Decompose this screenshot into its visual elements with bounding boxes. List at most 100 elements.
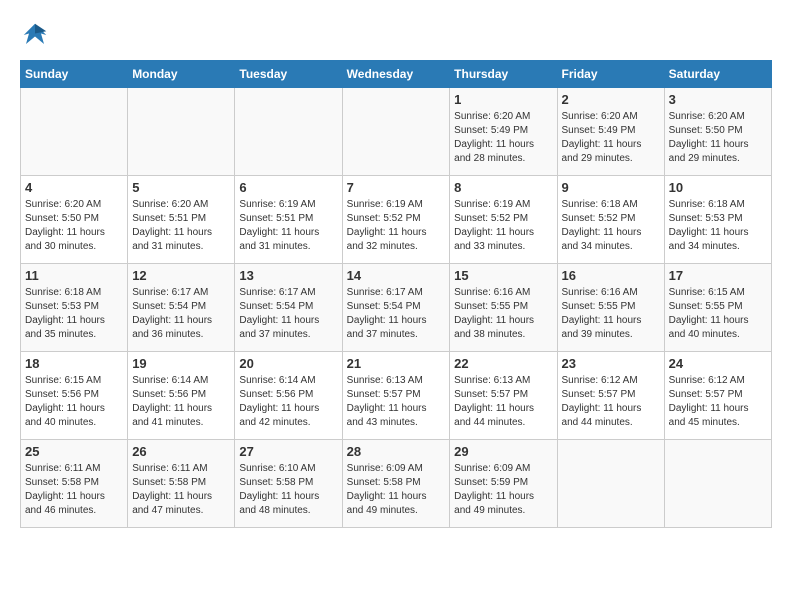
calendar-cell: 25 Sunrise: 6:11 AM Sunset: 5:58 PM Dayli… xyxy=(21,440,128,528)
day-number: 21 xyxy=(347,356,446,371)
day-number: 20 xyxy=(239,356,337,371)
day-info: Sunrise: 6:20 AM Sunset: 5:50 PM Dayligh… xyxy=(25,198,123,254)
day-info: Sunrise: 6:17 AM Sunset: 5:54 PM Dayligh… xyxy=(239,286,337,342)
day-number: 6 xyxy=(239,180,337,195)
calendar-cell: 8 Sunrise: 6:19 AM Sunset: 5:52 PM Daylig… xyxy=(450,176,557,264)
day-number: 15 xyxy=(454,268,552,283)
day-info: Sunrise: 6:16 AM Sunset: 5:55 PM Dayligh… xyxy=(562,286,660,342)
calendar-cell: 2 Sunrise: 6:20 AM Sunset: 5:49 PM Daylig… xyxy=(557,88,664,176)
day-number: 13 xyxy=(239,268,337,283)
weekday-header-friday: Friday xyxy=(557,61,664,88)
weekday-header-tuesday: Tuesday xyxy=(235,61,342,88)
day-number: 10 xyxy=(669,180,767,195)
day-info: Sunrise: 6:11 AM Sunset: 5:58 PM Dayligh… xyxy=(25,462,123,518)
day-info: Sunrise: 6:16 AM Sunset: 5:55 PM Dayligh… xyxy=(454,286,552,342)
day-info: Sunrise: 6:12 AM Sunset: 5:57 PM Dayligh… xyxy=(669,374,767,430)
day-info: Sunrise: 6:20 AM Sunset: 5:49 PM Dayligh… xyxy=(454,110,552,166)
day-number: 23 xyxy=(562,356,660,371)
calendar-cell: 7 Sunrise: 6:19 AM Sunset: 5:52 PM Daylig… xyxy=(342,176,450,264)
calendar-cell: 26 Sunrise: 6:11 AM Sunset: 5:58 PM Dayli… xyxy=(128,440,235,528)
calendar-cell xyxy=(128,88,235,176)
day-number: 5 xyxy=(132,180,230,195)
calendar-cell xyxy=(664,440,771,528)
calendar-cell: 22 Sunrise: 6:13 AM Sunset: 5:57 PM Dayli… xyxy=(450,352,557,440)
day-number: 18 xyxy=(25,356,123,371)
day-info: Sunrise: 6:14 AM Sunset: 5:56 PM Dayligh… xyxy=(132,374,230,430)
day-number: 9 xyxy=(562,180,660,195)
weekday-header-monday: Monday xyxy=(128,61,235,88)
calendar-cell: 1 Sunrise: 6:20 AM Sunset: 5:49 PM Daylig… xyxy=(450,88,557,176)
calendar-cell xyxy=(235,88,342,176)
day-number: 17 xyxy=(669,268,767,283)
calendar-cell: 12 Sunrise: 6:17 AM Sunset: 5:54 PM Dayli… xyxy=(128,264,235,352)
day-number: 27 xyxy=(239,444,337,459)
day-info: Sunrise: 6:20 AM Sunset: 5:51 PM Dayligh… xyxy=(132,198,230,254)
day-number: 25 xyxy=(25,444,123,459)
day-number: 16 xyxy=(562,268,660,283)
day-number: 11 xyxy=(25,268,123,283)
calendar-table: SundayMondayTuesdayWednesdayThursdayFrid… xyxy=(20,60,772,528)
day-number: 28 xyxy=(347,444,446,459)
day-info: Sunrise: 6:15 AM Sunset: 5:56 PM Dayligh… xyxy=(25,374,123,430)
calendar-cell: 28 Sunrise: 6:09 AM Sunset: 5:58 PM Dayli… xyxy=(342,440,450,528)
weekday-header-saturday: Saturday xyxy=(664,61,771,88)
weekday-header-thursday: Thursday xyxy=(450,61,557,88)
calendar-cell: 3 Sunrise: 6:20 AM Sunset: 5:50 PM Daylig… xyxy=(664,88,771,176)
calendar-cell: 17 Sunrise: 6:15 AM Sunset: 5:55 PM Dayli… xyxy=(664,264,771,352)
day-info: Sunrise: 6:19 AM Sunset: 5:52 PM Dayligh… xyxy=(347,198,446,254)
logo-bird-icon xyxy=(20,20,50,50)
day-info: Sunrise: 6:13 AM Sunset: 5:57 PM Dayligh… xyxy=(347,374,446,430)
calendar-cell: 20 Sunrise: 6:14 AM Sunset: 5:56 PM Dayli… xyxy=(235,352,342,440)
day-number: 8 xyxy=(454,180,552,195)
day-info: Sunrise: 6:13 AM Sunset: 5:57 PM Dayligh… xyxy=(454,374,552,430)
day-number: 24 xyxy=(669,356,767,371)
day-number: 1 xyxy=(454,92,552,107)
calendar-cell: 15 Sunrise: 6:16 AM Sunset: 5:55 PM Dayli… xyxy=(450,264,557,352)
day-number: 22 xyxy=(454,356,552,371)
day-info: Sunrise: 6:14 AM Sunset: 5:56 PM Dayligh… xyxy=(239,374,337,430)
calendar-cell: 24 Sunrise: 6:12 AM Sunset: 5:57 PM Dayli… xyxy=(664,352,771,440)
day-info: Sunrise: 6:19 AM Sunset: 5:52 PM Dayligh… xyxy=(454,198,552,254)
calendar-cell: 29Sunrise: 6:09 AM Sunset: 5:59 PM Dayli… xyxy=(450,440,557,528)
day-info: Sunrise: 6:18 AM Sunset: 5:53 PM Dayligh… xyxy=(669,198,767,254)
day-info: Sunrise: 6:11 AM Sunset: 5:58 PM Dayligh… xyxy=(132,462,230,518)
day-number: 26 xyxy=(132,444,230,459)
weekday-header-sunday: Sunday xyxy=(21,61,128,88)
week-row-5: 25 Sunrise: 6:11 AM Sunset: 5:58 PM Dayli… xyxy=(21,440,772,528)
calendar-cell: 27 Sunrise: 6:10 AM Sunset: 5:58 PM Dayli… xyxy=(235,440,342,528)
day-info: Sunrise: 6:19 AM Sunset: 5:51 PM Dayligh… xyxy=(239,198,337,254)
day-info: Sunrise: 6:09 AM Sunset: 5:58 PM Dayligh… xyxy=(347,462,446,518)
week-row-4: 18 Sunrise: 6:15 AM Sunset: 5:56 PM Dayli… xyxy=(21,352,772,440)
day-number: 7 xyxy=(347,180,446,195)
calendar-cell xyxy=(342,88,450,176)
calendar-cell: 19 Sunrise: 6:14 AM Sunset: 5:56 PM Dayli… xyxy=(128,352,235,440)
calendar-cell xyxy=(21,88,128,176)
weekday-header-wednesday: Wednesday xyxy=(342,61,450,88)
calendar-cell: 13 Sunrise: 6:17 AM Sunset: 5:54 PM Dayli… xyxy=(235,264,342,352)
day-info: Sunrise: 6:15 AM Sunset: 5:55 PM Dayligh… xyxy=(669,286,767,342)
calendar-cell: 5 Sunrise: 6:20 AM Sunset: 5:51 PM Daylig… xyxy=(128,176,235,264)
logo xyxy=(20,20,54,50)
day-info: Sunrise: 6:09 AM Sunset: 5:59 PM Dayligh… xyxy=(454,462,552,518)
calendar-cell: 9 Sunrise: 6:18 AM Sunset: 5:52 PM Daylig… xyxy=(557,176,664,264)
day-number: 19 xyxy=(132,356,230,371)
day-info: Sunrise: 6:12 AM Sunset: 5:57 PM Dayligh… xyxy=(562,374,660,430)
day-info: Sunrise: 6:10 AM Sunset: 5:58 PM Dayligh… xyxy=(239,462,337,518)
page-header xyxy=(20,20,772,50)
day-number: 3 xyxy=(669,92,767,107)
day-number: 14 xyxy=(347,268,446,283)
day-number: 4 xyxy=(25,180,123,195)
day-info: Sunrise: 6:18 AM Sunset: 5:52 PM Dayligh… xyxy=(562,198,660,254)
day-info: Sunrise: 6:17 AM Sunset: 5:54 PM Dayligh… xyxy=(132,286,230,342)
calendar-cell: 14Sunrise: 6:17 AM Sunset: 5:54 PM Dayli… xyxy=(342,264,450,352)
week-row-3: 11Sunrise: 6:18 AM Sunset: 5:53 PM Dayli… xyxy=(21,264,772,352)
day-number: 12 xyxy=(132,268,230,283)
calendar-cell: 6 Sunrise: 6:19 AM Sunset: 5:51 PM Daylig… xyxy=(235,176,342,264)
day-number: 2 xyxy=(562,92,660,107)
calendar-cell: 21 Sunrise: 6:13 AM Sunset: 5:57 PM Dayli… xyxy=(342,352,450,440)
calendar-cell: 4 Sunrise: 6:20 AM Sunset: 5:50 PM Daylig… xyxy=(21,176,128,264)
day-info: Sunrise: 6:20 AM Sunset: 5:50 PM Dayligh… xyxy=(669,110,767,166)
weekday-header-row: SundayMondayTuesdayWednesdayThursdayFrid… xyxy=(21,61,772,88)
day-info: Sunrise: 6:20 AM Sunset: 5:49 PM Dayligh… xyxy=(562,110,660,166)
calendar-cell: 18 Sunrise: 6:15 AM Sunset: 5:56 PM Dayli… xyxy=(21,352,128,440)
